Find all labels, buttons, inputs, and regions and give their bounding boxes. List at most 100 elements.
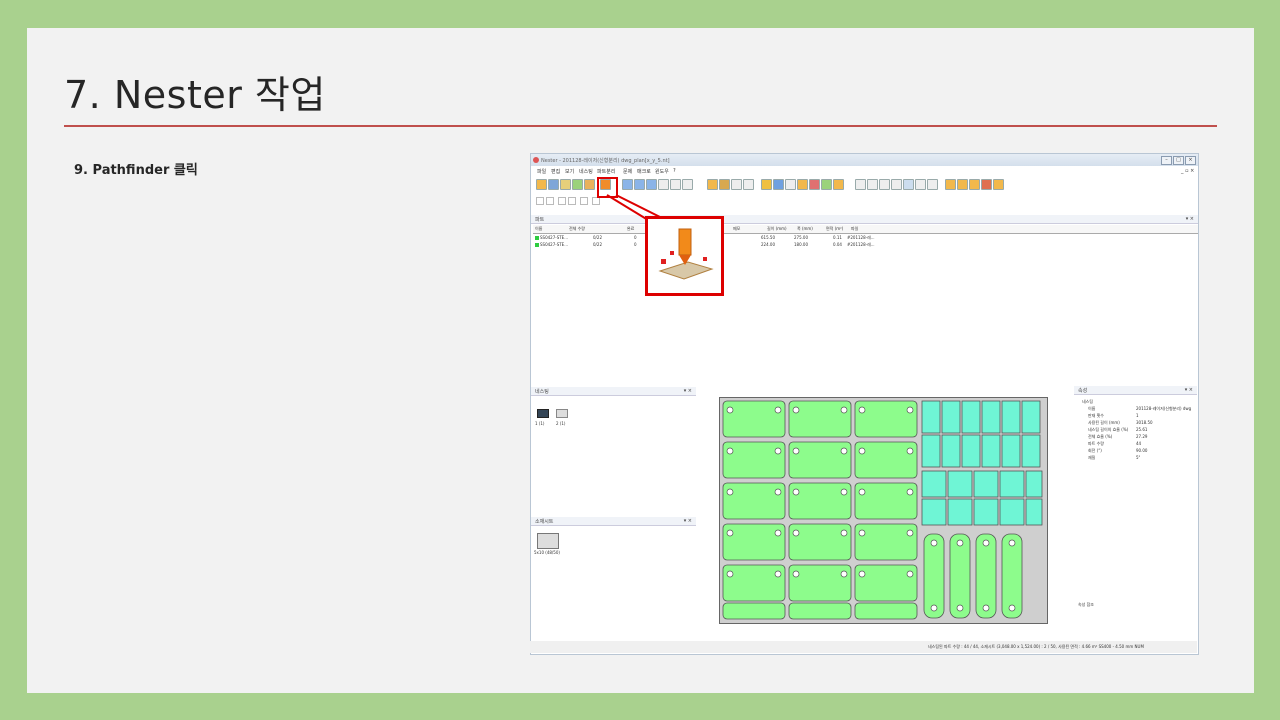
report1-icon[interactable] xyxy=(945,179,956,190)
print-icon[interactable] xyxy=(560,179,571,190)
prop-value[interactable]: 25.61 xyxy=(1136,427,1147,432)
col-qty[interactable]: 전체 수량 xyxy=(569,226,585,232)
menu-view[interactable]: 보기 xyxy=(565,168,574,175)
align-top-icon[interactable] xyxy=(558,197,566,205)
prop-key: 판재 횟수 xyxy=(1088,413,1104,418)
menu-parts[interactable]: 파트분리 xyxy=(597,168,615,175)
part-done: 0 xyxy=(634,242,637,247)
prop-key: 사용된 길이 (mm) xyxy=(1088,420,1120,425)
sheet-layout xyxy=(719,397,1048,624)
zoom-out-icon[interactable] xyxy=(867,179,878,190)
part-width: 180.00 xyxy=(794,242,808,247)
grid-icon[interactable] xyxy=(903,179,914,190)
layout4-icon[interactable] xyxy=(797,179,808,190)
zoom-fit-icon[interactable] xyxy=(879,179,890,190)
zoom-window-icon[interactable] xyxy=(891,179,902,190)
report2-icon[interactable] xyxy=(957,179,968,190)
copy-icon[interactable] xyxy=(658,179,669,190)
col-area[interactable]: 면적 (m²) xyxy=(826,226,843,232)
layout1-icon[interactable] xyxy=(761,179,772,190)
align-bottom-icon[interactable] xyxy=(568,197,576,205)
nest-icon[interactable] xyxy=(572,179,583,190)
parts2-icon[interactable] xyxy=(719,179,730,190)
save-icon[interactable] xyxy=(548,179,559,190)
prop-value[interactable]: 1 xyxy=(1136,413,1139,418)
prop-value[interactable]: 201128-레이저(신형분리) dwg xyxy=(1136,406,1191,412)
align-right-icon[interactable] xyxy=(546,197,554,205)
panel-pin-icon[interactable]: ▾ × xyxy=(684,518,692,524)
col-length[interactable]: 길이 (mm) xyxy=(767,226,787,232)
minimize-button[interactable]: – xyxy=(1161,156,1172,165)
zoom-in-icon[interactable] xyxy=(855,179,866,190)
menu-file[interactable]: 파일 xyxy=(537,168,546,175)
property-panel: 속성 ▾ × 네스팅 이름 201128-레이저(신형분리) dwg 판재 횟수… xyxy=(1074,386,1197,639)
menu-nesting[interactable]: 네스팅 xyxy=(579,168,593,175)
prop-value[interactable]: 5" xyxy=(1136,455,1140,460)
menu-macro[interactable]: 매크로 xyxy=(637,168,651,175)
report5-icon[interactable] xyxy=(993,179,1004,190)
measure-icon[interactable] xyxy=(927,179,938,190)
app-icon xyxy=(533,157,539,163)
nest-thumb-1[interactable] xyxy=(537,409,549,418)
table-row[interactable]: SS0427-STE... 0/22 0 615.50 275.00 0.11 … xyxy=(533,235,1198,241)
part-qty: 0/22 xyxy=(593,242,602,247)
property-panel-title: 속성 xyxy=(1078,388,1088,394)
layout6-icon[interactable] xyxy=(821,179,832,190)
nesting-panel-header: 네스팅 ▾ × xyxy=(531,387,696,396)
mirror-icon[interactable] xyxy=(580,197,588,205)
report4-icon[interactable] xyxy=(981,179,992,190)
layout3-icon[interactable] xyxy=(785,179,796,190)
nest-thumb-2[interactable] xyxy=(556,409,568,418)
view3-icon[interactable] xyxy=(646,179,657,190)
edit-icon[interactable] xyxy=(584,179,595,190)
pathfinder-icon[interactable] xyxy=(648,219,721,293)
part-file: #201128-레... xyxy=(847,242,875,247)
menu-window[interactable]: 윈도우 xyxy=(655,168,669,175)
align-left-icon[interactable] xyxy=(536,197,544,205)
parts1-icon[interactable] xyxy=(707,179,718,190)
col-width[interactable]: 폭 (mm) xyxy=(797,226,813,232)
property-tabs[interactable]: 속성 참조 xyxy=(1078,602,1094,608)
layout5-icon[interactable] xyxy=(809,179,820,190)
prop-key: 회전 (°) xyxy=(1088,448,1102,453)
sheet-item-label: 5x10 (48/50) xyxy=(534,550,560,555)
redo-icon[interactable] xyxy=(682,179,693,190)
prop-value[interactable]: 27.29 xyxy=(1136,434,1147,439)
prop-value[interactable]: 3018.50 xyxy=(1136,420,1153,425)
part-name: SS0427-STE... xyxy=(535,242,568,247)
sheet-panel-header: 소재시트 ▾ × xyxy=(531,517,696,526)
col-file[interactable]: 파일 xyxy=(851,226,858,232)
snap-icon[interactable] xyxy=(915,179,926,190)
panel-pin-icon[interactable]: ▾ × xyxy=(1185,387,1193,393)
sheet-thumb[interactable] xyxy=(537,533,559,549)
menu-edit[interactable]: 편집 xyxy=(551,168,560,175)
window-titlebar: Nester - 201128-레이저(신형분리) dwg_plan[x_y_5… xyxy=(531,154,1198,166)
panel-pin-icon[interactable]: ▾ × xyxy=(684,388,692,394)
view2-icon[interactable] xyxy=(634,179,645,190)
rotate-icon[interactable] xyxy=(592,197,600,205)
view1-icon[interactable] xyxy=(622,179,633,190)
report3-icon[interactable] xyxy=(969,179,980,190)
parts4-icon[interactable] xyxy=(743,179,754,190)
close-button[interactable]: × xyxy=(1185,156,1196,165)
open-icon[interactable] xyxy=(536,179,547,190)
col-name[interactable]: 이름 xyxy=(535,226,542,232)
prop-value[interactable]: 90.00 xyxy=(1136,448,1147,453)
menu-help[interactable]: ? xyxy=(673,168,676,174)
prop-key: 네스팅 xyxy=(1082,399,1094,404)
part-width: 275.00 xyxy=(794,235,808,240)
prop-value[interactable]: 44 xyxy=(1136,441,1141,446)
menu-problem[interactable]: 문제 xyxy=(623,168,632,175)
mdi-controls[interactable]: _ ▫ × xyxy=(1181,168,1194,174)
prop-key: 네스팅 길이의 효율 (%) xyxy=(1088,427,1129,432)
layout7-icon[interactable] xyxy=(833,179,844,190)
table-row[interactable]: SS0427-STE... 0/22 0 224.00 180.00 0.04 … xyxy=(533,242,1198,248)
sheet-parts xyxy=(722,400,1043,620)
parts3-icon[interactable] xyxy=(731,179,742,190)
title-divider xyxy=(64,125,1217,127)
undo-icon[interactable] xyxy=(670,179,681,190)
layout2-icon[interactable] xyxy=(773,179,784,190)
col-memo[interactable]: 메모 xyxy=(733,226,740,232)
panel-pin-icon[interactable]: ▾ × xyxy=(1186,216,1194,222)
maximize-button[interactable]: □ xyxy=(1173,156,1184,165)
